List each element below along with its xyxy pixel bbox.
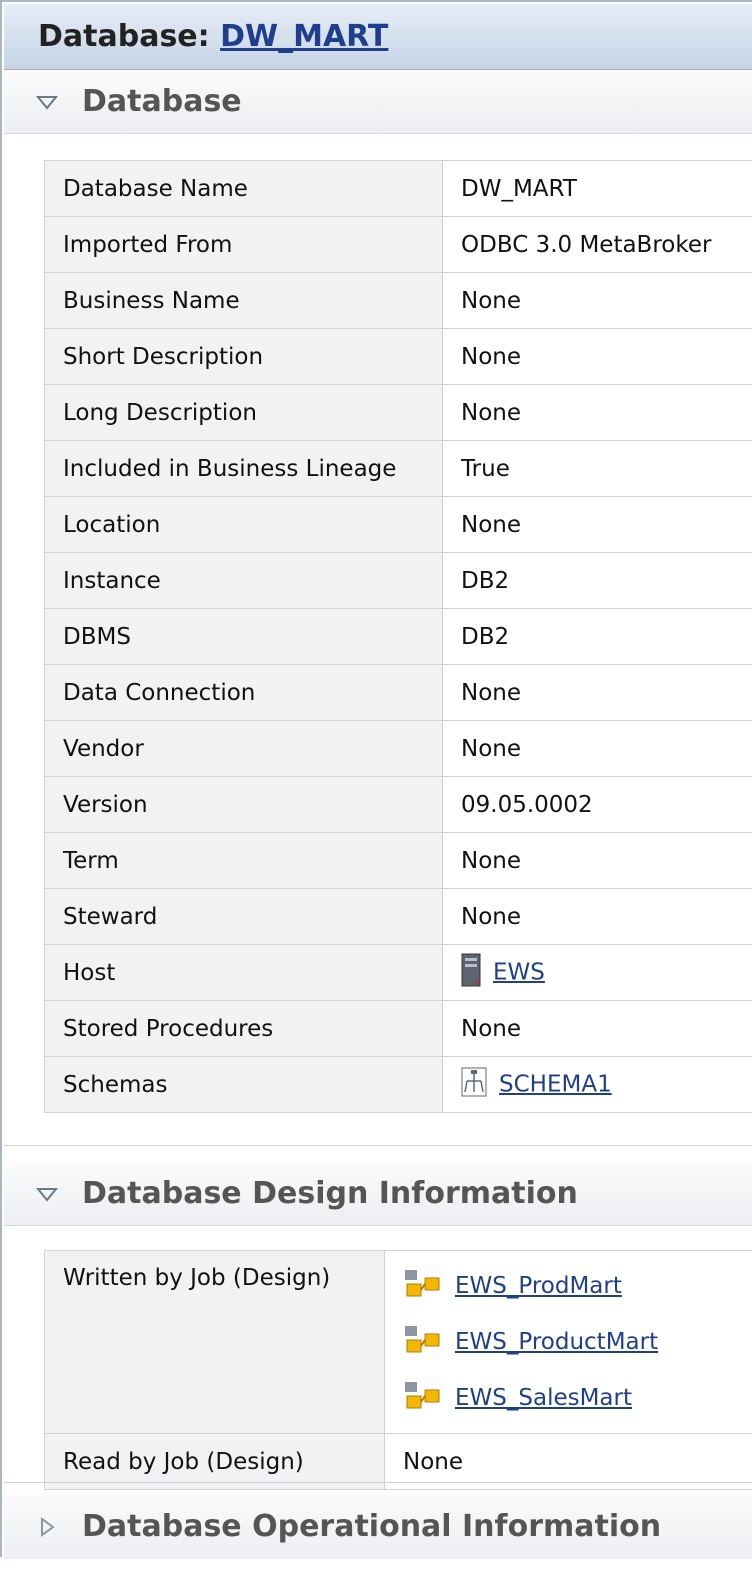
prop-value: None <box>443 1001 752 1057</box>
prop-value: True <box>443 441 752 497</box>
host-link[interactable]: EWS <box>493 959 545 985</box>
section-title-database: Database <box>82 70 242 134</box>
schema-link[interactable]: SCHEMA1 <box>499 1071 612 1097</box>
table-row: Short DescriptionNone <box>45 329 752 385</box>
table-row: InstanceDB2 <box>45 553 752 609</box>
prop-value: None <box>443 273 752 329</box>
prop-value: None <box>443 385 752 441</box>
prop-label: Data Connection <box>45 665 443 721</box>
table-row: Imported FromODBC 3.0 MetaBroker <box>45 217 752 273</box>
prop-label: Written by Job (Design) <box>45 1251 385 1434</box>
collapse-triangle-icon[interactable] <box>36 1162 58 1249</box>
prop-value: ODBC 3.0 MetaBroker <box>443 217 752 273</box>
prop-value: None <box>443 329 752 385</box>
design-information-table: Written by Job (Design) EWS_ProdMart <box>44 1250 752 1490</box>
section-divider <box>4 1145 752 1146</box>
table-row: LocationNone <box>45 497 752 553</box>
prop-value: None <box>443 497 752 553</box>
prop-value-schemas: SCHEMA1 <box>443 1057 752 1113</box>
prop-value: None <box>443 889 752 945</box>
prop-label: Included in Business Lineage <box>45 441 443 497</box>
prop-value-host: EWS <box>443 945 752 1001</box>
prop-label: Business Name <box>45 273 443 329</box>
table-row: Stored ProceduresNone <box>45 1001 752 1057</box>
section-header-design[interactable]: Database Design Information <box>4 1162 752 1226</box>
table-row: VendorNone <box>45 721 752 777</box>
written-jobs-list: EWS_ProdMart EWS_ProductMart <box>385 1251 752 1434</box>
table-row: Written by Job (Design) EWS_ProdMart <box>45 1251 752 1434</box>
table-row: StewardNone <box>45 889 752 945</box>
job-link[interactable]: EWS_SalesMart <box>455 1385 632 1411</box>
job-link[interactable]: EWS_ProductMart <box>455 1329 658 1355</box>
table-row: Included in Business LineageTrue <box>45 441 752 497</box>
prop-label: Steward <box>45 889 443 945</box>
prop-value: DB2 <box>443 609 752 665</box>
prop-label: Host <box>45 945 443 1001</box>
server-icon <box>461 953 481 993</box>
list-item: EWS_ProductMart <box>403 1314 752 1370</box>
prop-value: 09.05.0002 <box>443 777 752 833</box>
title-prefix: Database: <box>38 19 210 54</box>
prop-value: None <box>443 721 752 777</box>
table-row: DBMSDB2 <box>45 609 752 665</box>
prop-label: Vendor <box>45 721 443 777</box>
prop-value: None <box>443 665 752 721</box>
section-header-operational[interactable]: Database Operational Information <box>4 1495 752 1559</box>
table-row: Long DescriptionNone <box>45 385 752 441</box>
table-row: Version09.05.0002 <box>45 777 752 833</box>
prop-label: Long Description <box>45 385 443 441</box>
job-icon <box>403 1324 443 1360</box>
table-row: Host EWS <box>45 945 752 1001</box>
prop-label: Short Description <box>45 329 443 385</box>
job-link[interactable]: EWS_ProdMart <box>455 1273 622 1299</box>
prop-value: DB2 <box>443 553 752 609</box>
page-title: Database: DW_MART <box>4 4 752 70</box>
prop-label: Imported From <box>45 217 443 273</box>
prop-label: Database Name <box>45 161 443 217</box>
prop-label: Schemas <box>45 1057 443 1113</box>
section-title-design: Database Design Information <box>82 1162 578 1226</box>
table-row: TermNone <box>45 833 752 889</box>
database-detail-panel: Database: DW_MART Database Database Name… <box>0 0 752 1557</box>
prop-label: DBMS <box>45 609 443 665</box>
section-divider <box>4 1482 752 1483</box>
prop-value: DW_MART <box>443 161 752 217</box>
table-row: Data ConnectionNone <box>45 665 752 721</box>
database-properties-table: Database NameDW_MART Imported FromODBC 3… <box>44 160 752 1113</box>
collapse-triangle-icon[interactable] <box>36 70 58 157</box>
job-icon <box>403 1268 443 1304</box>
table-row: Business NameNone <box>45 273 752 329</box>
prop-label: Stored Procedures <box>45 1001 443 1057</box>
list-item: EWS_ProdMart <box>403 1258 752 1314</box>
schema-icon <box>461 1067 487 1103</box>
prop-label: Term <box>45 833 443 889</box>
section-title-operational: Database Operational Information <box>82 1495 661 1559</box>
prop-label: Instance <box>45 553 443 609</box>
prop-label: Location <box>45 497 443 553</box>
table-row: Database NameDW_MART <box>45 161 752 217</box>
table-row: Schemas SCHEMA1 <box>45 1057 752 1113</box>
list-item: EWS_SalesMart <box>403 1370 752 1426</box>
prop-label: Version <box>45 777 443 833</box>
prop-value: None <box>443 833 752 889</box>
section-header-database[interactable]: Database <box>4 70 752 134</box>
database-link[interactable]: DW_MART <box>220 19 388 54</box>
expand-triangle-icon[interactable] <box>36 1495 58 1582</box>
job-icon <box>403 1380 443 1416</box>
